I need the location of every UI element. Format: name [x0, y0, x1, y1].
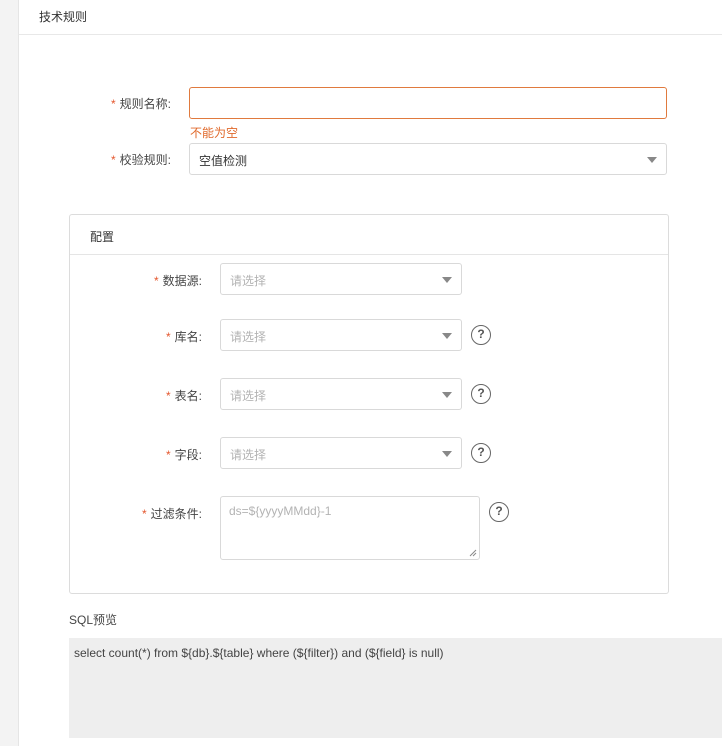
- panel-header: 技术规则: [19, 0, 722, 35]
- required-mark: *: [110, 153, 116, 167]
- datasource-placeholder: 请选择: [230, 274, 267, 288]
- required-mark: *: [110, 97, 116, 111]
- rule-name-label: * 规则名称:: [110, 97, 171, 111]
- required-mark: *: [153, 274, 159, 288]
- filter-help-icon[interactable]: ?: [489, 502, 509, 522]
- database-select[interactable]: 请选择: [220, 319, 462, 351]
- check-rule-select[interactable]: 空值检测: [189, 143, 667, 175]
- database-label: * 库名:: [165, 330, 202, 344]
- required-mark: *: [165, 389, 171, 403]
- chevron-down-icon: [442, 451, 452, 457]
- filter-placeholder: ds=${yyyyMMdd}-1: [229, 504, 332, 518]
- datasource-select[interactable]: 请选择: [220, 263, 462, 295]
- database-placeholder: 请选择: [230, 330, 267, 344]
- config-header: 配置: [70, 215, 668, 255]
- chevron-down-icon: [442, 392, 452, 398]
- chevron-down-icon: [442, 277, 452, 283]
- required-mark: *: [141, 507, 147, 521]
- sql-preview-box: select count(*) from ${db}.${table} wher…: [69, 638, 722, 738]
- config-title: 配置: [90, 230, 115, 244]
- resize-handle-icon[interactable]: [469, 549, 477, 557]
- rule-name-error: 不能为空: [190, 126, 239, 140]
- datasource-label: * 数据源:: [153, 274, 202, 288]
- table-placeholder: 请选择: [230, 389, 267, 403]
- rule-panel: 技术规则 * 规则名称: 不能为空 * 校验规则: 空值检测 配置 * 数据源: 请选…: [18, 0, 722, 746]
- field-select[interactable]: 请选择: [220, 437, 462, 469]
- table-select[interactable]: 请选择: [220, 378, 462, 410]
- field-label: * 字段:: [165, 448, 202, 462]
- check-rule-value: 空值检测: [199, 154, 248, 168]
- panel-title: 技术规则: [39, 10, 88, 24]
- required-mark: *: [165, 448, 171, 462]
- table-help-icon[interactable]: ?: [471, 384, 491, 404]
- sql-preview-label: SQL预览: [69, 613, 118, 627]
- filter-label: * 过滤条件:: [141, 507, 202, 521]
- database-help-icon[interactable]: ?: [471, 325, 491, 345]
- field-help-icon[interactable]: ?: [471, 443, 491, 463]
- field-placeholder: 请选择: [230, 448, 267, 462]
- config-section: 配置 * 数据源: 请选择 * 库名: 请选择 ? * 表名: 请选择 ? * …: [69, 214, 669, 594]
- chevron-down-icon: [442, 333, 452, 339]
- check-rule-label: * 校验规则:: [110, 153, 171, 167]
- required-mark: *: [165, 330, 171, 344]
- filter-textarea[interactable]: ds=${yyyyMMdd}-1: [220, 496, 480, 560]
- sql-preview-text: select count(*) from ${db}.${table} wher…: [74, 646, 444, 660]
- table-label: * 表名:: [165, 389, 202, 403]
- chevron-down-icon: [647, 157, 657, 163]
- rule-name-input[interactable]: [189, 87, 667, 119]
